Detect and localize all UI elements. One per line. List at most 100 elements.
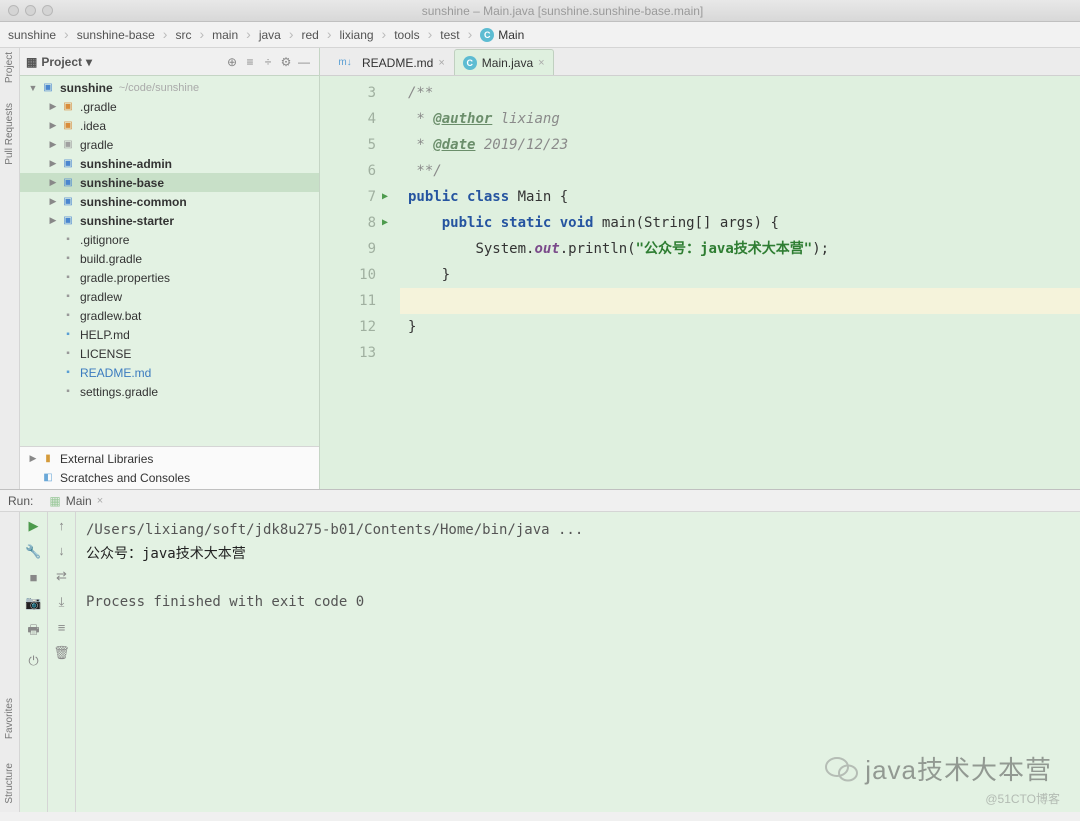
file-icon: ▪ xyxy=(60,346,76,362)
crumb[interactable]: test xyxy=(438,28,461,42)
trash-icon[interactable]: 🗑 xyxy=(53,645,70,661)
target-icon[interactable]: ⊕ xyxy=(223,53,241,71)
line-gutter[interactable]: 345678910111213 xyxy=(320,76,382,489)
crumb[interactable]: sunshine-base xyxy=(75,28,157,42)
code-editor[interactable]: 345678910111213 ▶▶ /** * @author lixiang… xyxy=(320,76,1080,489)
wrap-icon[interactable]: ⇄ xyxy=(56,568,67,584)
close-icon[interactable]: × xyxy=(538,57,544,69)
tree-extras: ▶▮External Libraries ◧Scratches and Cons… xyxy=(20,446,319,489)
hide-icon[interactable]: — xyxy=(295,53,313,71)
folder-icon: ▣ xyxy=(60,137,76,153)
project-toolbar: ▦ Project ▾ ⊕ ≡ ÷ ⚙ — xyxy=(20,48,319,76)
folder-icon: ▣ xyxy=(60,118,76,134)
project-title[interactable]: ▦ Project ▾ xyxy=(26,55,223,69)
editor-tabs: m↓README.md× CMain.java× xyxy=(320,48,1080,76)
rerun-icon[interactable]: ▶ xyxy=(29,518,39,534)
collapse-icon[interactable]: ≡ xyxy=(241,53,259,71)
rail-favorites[interactable]: Favorites xyxy=(4,698,15,739)
close-icon[interactable]: × xyxy=(97,495,103,507)
run-gutter[interactable]: ▶▶ xyxy=(382,76,400,489)
tree-item[interactable]: ▶▣.gradle xyxy=(20,97,319,116)
tab-main-java[interactable]: CMain.java× xyxy=(454,49,554,75)
class-icon: C xyxy=(463,56,477,70)
crumb[interactable]: sunshine xyxy=(6,28,58,42)
window-title: sunshine – Main.java [sunshine.sunshine-… xyxy=(53,4,1072,18)
project-panel: ▦ Project ▾ ⊕ ≡ ÷ ⚙ — ▼▣ sunshine ~/code… xyxy=(20,48,320,489)
up-icon[interactable]: ↑ xyxy=(58,518,65,533)
rail-project[interactable]: Project xyxy=(4,52,15,83)
rail-pull-requests[interactable]: Pull Requests xyxy=(4,103,15,165)
tree-item[interactable]: ▶▣sunshine-base xyxy=(20,173,319,192)
crumb[interactable]: src xyxy=(173,28,193,42)
scroll-icon[interactable]: ⤓ xyxy=(59,594,65,610)
tree-item[interactable]: ▪LICENSE xyxy=(20,344,319,363)
left-bottom-rail: Structure Favorites xyxy=(0,512,20,812)
crumb[interactable]: lixiang xyxy=(338,28,376,42)
file-icon: ▪ xyxy=(60,251,76,267)
console-output[interactable]: /Users/lixiang/soft/jdk8u275-b01/Content… xyxy=(76,512,1080,812)
min-dot[interactable] xyxy=(25,5,36,16)
stop-icon[interactable]: ■ xyxy=(30,570,38,585)
down-icon[interactable]: ↓ xyxy=(58,543,65,558)
crumb[interactable]: red xyxy=(300,28,321,42)
wrench-icon[interactable]: 🔧 xyxy=(25,544,41,560)
folder-icon: ▣ xyxy=(40,80,56,96)
tree-item[interactable]: ▪settings.gradle xyxy=(20,382,319,401)
run-tab-main[interactable]: ▦Main× xyxy=(41,492,111,510)
md-icon: m↓ xyxy=(337,55,353,71)
crumb[interactable]: tools xyxy=(392,28,421,42)
tree-item[interactable]: ▪gradlew xyxy=(20,287,319,306)
close-dot[interactable] xyxy=(8,5,19,16)
run-rail-actions: ▶ 🔧 ■ 📷 🖶 ⏻ xyxy=(20,512,48,812)
camera-icon[interactable]: 📷 xyxy=(25,595,41,611)
class-icon: C xyxy=(480,28,494,42)
file-icon: ▪ xyxy=(60,308,76,324)
tree-item[interactable]: ▪.gitignore xyxy=(20,230,319,249)
tree-item[interactable]: ▶▣gradle xyxy=(20,135,319,154)
external-libraries[interactable]: ▶▮External Libraries xyxy=(20,449,319,468)
tree-item[interactable]: ▪gradlew.bat xyxy=(20,306,319,325)
breadcrumb[interactable]: sunshine sunshine-base src main java red… xyxy=(0,22,1080,48)
filter-icon[interactable]: ≡ xyxy=(58,620,66,635)
gear-icon[interactable]: ⚙ xyxy=(277,53,295,71)
print-icon[interactable]: 🖶 xyxy=(27,621,39,643)
tree-item[interactable]: ▶▣sunshine-common xyxy=(20,192,319,211)
max-dot[interactable] xyxy=(42,5,53,16)
lib-icon: ▮ xyxy=(40,451,56,467)
file-icon: ▪ xyxy=(60,270,76,286)
tree-root[interactable]: ▼▣ sunshine ~/code/sunshine xyxy=(20,78,319,97)
tree-item[interactable]: ▶▣sunshine-starter xyxy=(20,211,319,230)
run-header: Run: ▦Main× xyxy=(0,490,1080,512)
file-icon: ▪ xyxy=(60,365,76,381)
tree-item[interactable]: ▪HELP.md xyxy=(20,325,319,344)
tree-item[interactable]: ▪build.gradle xyxy=(20,249,319,268)
left-tool-rail: Project Pull Requests xyxy=(0,48,20,489)
crumb[interactable]: java xyxy=(257,28,283,42)
run-body: Structure Favorites ▶ 🔧 ■ 📷 🖶 ⏻ ↑ ↓ ⇄ ⤓ … xyxy=(0,512,1080,812)
run-label: Run: xyxy=(8,494,33,508)
folder-icon: ▣ xyxy=(60,213,76,229)
folder-icon: ▣ xyxy=(60,175,76,191)
tree-item[interactable]: ▶▣.idea xyxy=(20,116,319,135)
file-icon: ▪ xyxy=(60,232,76,248)
crumb[interactable]: main xyxy=(210,28,240,42)
tree-item[interactable]: ▶▣sunshine-admin xyxy=(20,154,319,173)
crumb-last[interactable]: CMain xyxy=(478,28,526,42)
scratches[interactable]: ◧Scratches and Consoles xyxy=(20,468,319,487)
traffic-lights[interactable] xyxy=(8,5,53,16)
tree-item[interactable]: ▪gradle.properties xyxy=(20,268,319,287)
close-icon[interactable]: × xyxy=(438,57,444,69)
folder-icon: ▣ xyxy=(60,194,76,210)
project-tree[interactable]: ▼▣ sunshine ~/code/sunshine ▶▣.gradle▶▣.… xyxy=(20,76,319,446)
tab-readme[interactable]: m↓README.md× xyxy=(328,49,454,75)
rail-structure[interactable]: Structure xyxy=(4,763,15,804)
titlebar: sunshine – Main.java [sunshine.sunshine-… xyxy=(0,0,1080,22)
code-area[interactable]: /** * @author lixiang * @date 2019/12/23… xyxy=(400,76,1080,489)
file-icon: ▪ xyxy=(60,384,76,400)
folder-icon: ▣ xyxy=(60,156,76,172)
editor-column: m↓README.md× CMain.java× 345678910111213… xyxy=(320,48,1080,489)
tree-item[interactable]: ▪README.md xyxy=(20,363,319,382)
file-icon: ▪ xyxy=(60,289,76,305)
exit-icon[interactable]: ⏻ xyxy=(28,653,38,669)
split-icon[interactable]: ÷ xyxy=(259,53,277,71)
